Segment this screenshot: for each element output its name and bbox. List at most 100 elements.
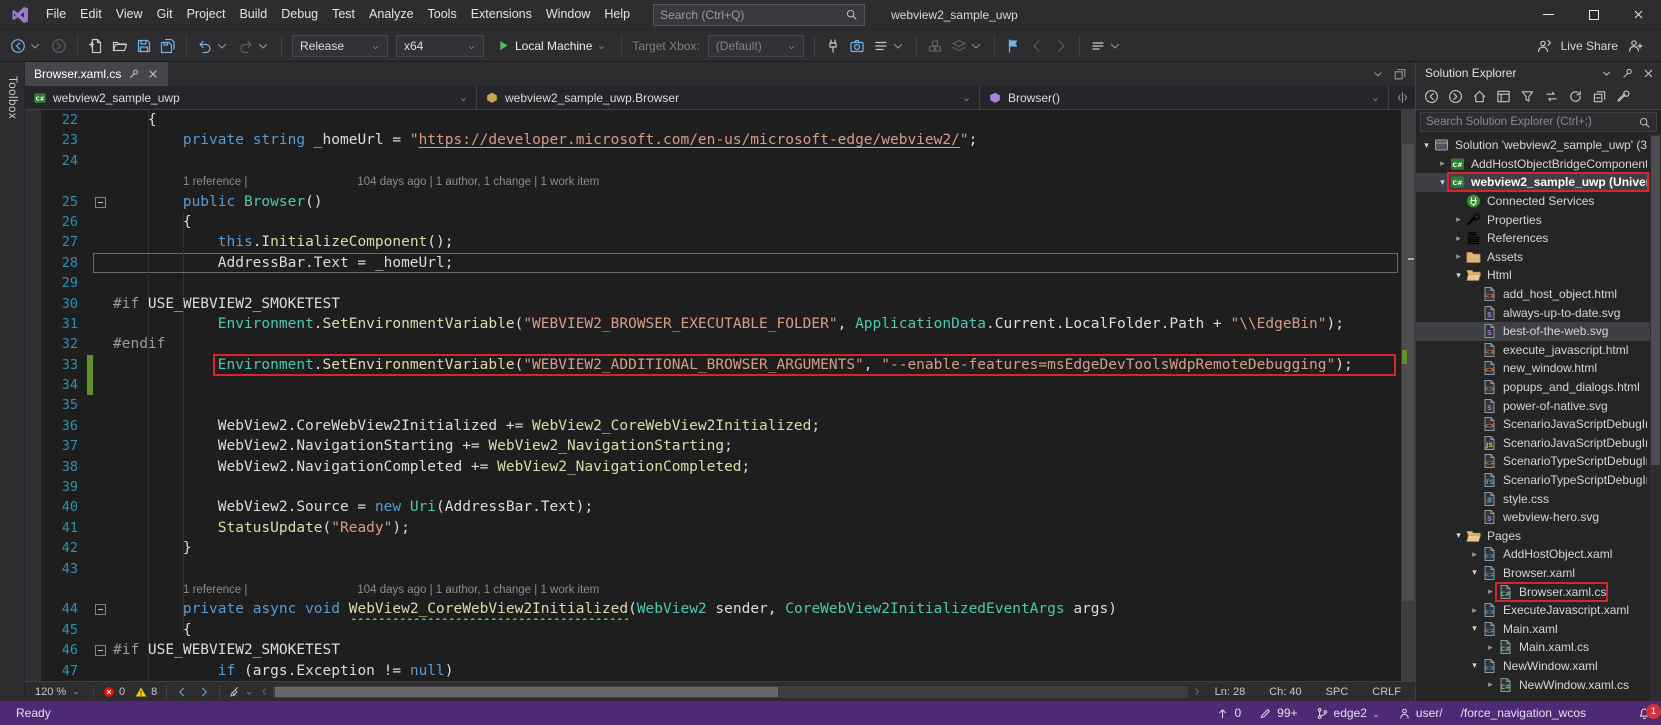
- line-ending-indicator[interactable]: CRLF: [1372, 686, 1401, 698]
- breakpoint-margin[interactable]: [25, 415, 41, 437]
- breakpoint-margin[interactable]: [25, 354, 41, 376]
- column-indicator[interactable]: Ch: 40: [1269, 686, 1301, 698]
- properties-button[interactable]: [1612, 86, 1634, 108]
- breakpoint-margin[interactable]: [25, 150, 41, 172]
- toolbox-tab[interactable]: Toolbox: [0, 62, 25, 701]
- code-line-37[interactable]: 37 WebView2.NavigationStarting += WebVie…: [25, 436, 1401, 457]
- breakpoint-margin[interactable]: [25, 211, 41, 233]
- tree-item-add-host-object-html[interactable]: <> add_host_object.html: [1416, 285, 1661, 304]
- tree-item-scenariojavascriptdebugindex-js[interactable]: JS ScenarioJavaScriptDebugIndex.js: [1416, 434, 1661, 453]
- auto-hide-pin-icon[interactable]: [1621, 67, 1634, 80]
- collapse-arrow-icon[interactable]: ▾: [1452, 530, 1465, 541]
- fold-collapse-button[interactable]: [95, 645, 106, 657]
- maximize-button[interactable]: [1571, 0, 1616, 29]
- scrollbar-thumb[interactable]: [1651, 136, 1660, 465]
- menu-git[interactable]: Git: [150, 0, 180, 29]
- horizontal-scrollbar[interactable]: [273, 685, 1188, 698]
- target-xbox-dropdown[interactable]: (Default): [707, 34, 804, 57]
- navigate-forward-arrow[interactable]: [193, 686, 215, 698]
- expand-arrow-icon[interactable]: ▸: [1436, 158, 1449, 169]
- split-window-button[interactable]: [1389, 86, 1415, 109]
- new-file-button[interactable]: [85, 34, 107, 58]
- attach-to-process-button[interactable]: [822, 34, 844, 58]
- navbar-project-dropdown[interactable]: C# webview2_sample_uwp: [25, 86, 477, 109]
- collapse-arrow-icon[interactable]: ▾: [1468, 660, 1481, 671]
- toolbar-options-button[interactable]: [1087, 34, 1126, 58]
- quick-search-box[interactable]: [653, 3, 866, 26]
- code-line-44[interactable]: 44 private async void WebView2_CoreWebVi…: [25, 599, 1401, 620]
- menu-help[interactable]: Help: [597, 0, 637, 29]
- minimize-button[interactable]: [1526, 0, 1571, 29]
- expand-arrow-icon[interactable]: ▸: [1452, 214, 1465, 225]
- code-line-30[interactable]: 30 #if USE_WEBVIEW2_SMOKETEST: [25, 293, 1401, 314]
- tree-item-main-xaml-cs[interactable]: ▸ C# Main.xaml.cs: [1416, 638, 1661, 657]
- breakpoint-margin[interactable]: [25, 456, 41, 478]
- expand-arrow-icon[interactable]: ▸: [1468, 605, 1481, 616]
- status-branch-user[interactable]: user/: [1398, 706, 1443, 720]
- breakpoint-margin[interactable]: [25, 313, 41, 335]
- collapse-arrow-icon[interactable]: ▾: [1468, 623, 1481, 634]
- tree-item-connected-services[interactable]: Connected Services: [1416, 192, 1661, 211]
- collapse-all-button[interactable]: [1588, 86, 1610, 108]
- code-line-39[interactable]: 39: [25, 477, 1401, 498]
- code-line-25[interactable]: 25 public Browser(): [25, 191, 1401, 212]
- tree-item-references[interactable]: ▸ References: [1416, 229, 1661, 248]
- status-pending-edits-count[interactable]: 99+: [1259, 706, 1298, 720]
- navigate-backward-button[interactable]: [7, 34, 46, 58]
- tree-item-html[interactable]: ▾ Html: [1416, 266, 1661, 285]
- tree-item-browser-xaml-cs[interactable]: ▸ C# Browser.xaml.cs: [1416, 581, 1661, 602]
- code-cleanup-button[interactable]: [224, 686, 258, 698]
- breakpoint-margin[interactable]: [25, 578, 41, 600]
- tree-item-new-window-html[interactable]: <> new_window.html: [1416, 359, 1661, 378]
- breakpoint-margin[interactable]: [25, 640, 41, 661]
- tree-item-popups-and-dialogs-html[interactable]: <> popups_and_dialogs.html: [1416, 378, 1661, 397]
- tree-item-main-xaml[interactable]: ▾ <> Main.xaml: [1416, 619, 1661, 638]
- forward-button[interactable]: [1444, 86, 1466, 108]
- previous-bookmark-button[interactable]: [1026, 34, 1048, 58]
- scrollbar-thumb[interactable]: [275, 686, 779, 697]
- live-share-icon[interactable]: [1536, 38, 1552, 54]
- collapse-arrow-icon[interactable]: ▾: [1420, 140, 1433, 151]
- vertical-scrollbar[interactable]: [1401, 110, 1415, 681]
- menu-debug[interactable]: Debug: [274, 0, 325, 29]
- code-line-47[interactable]: 47 if (args.Exception != null): [25, 660, 1401, 681]
- expand-arrow-icon[interactable]: ▸: [1484, 586, 1497, 597]
- status-branch-path[interactable]: /force_navigation_wcos: [1461, 706, 1586, 720]
- close-tab-icon[interactable]: [147, 68, 159, 80]
- bookmark-button[interactable]: [1002, 34, 1024, 58]
- code-line-41[interactable]: 41 StatusUpdate("Ready");: [25, 517, 1401, 539]
- pin-tab-icon[interactable]: [128, 68, 140, 80]
- expand-arrow-icon[interactable]: ▸: [1452, 233, 1465, 244]
- code-line-31[interactable]: 31 Environment.SetEnvironmentVariable("W…: [25, 313, 1401, 335]
- quick-search-input[interactable]: [660, 7, 846, 22]
- expand-arrow-icon[interactable]: ▸: [1452, 251, 1465, 262]
- deploy-button[interactable]: [948, 34, 987, 58]
- menu-build[interactable]: Build: [232, 0, 274, 29]
- tree-item-scenariotypescriptdebugindex-ts[interactable]: TS ScenarioTypeScriptDebugIndex.ts: [1416, 471, 1661, 490]
- tree-item-style-css[interactable]: # style.css: [1416, 489, 1661, 508]
- breakpoint-margin[interactable]: [25, 293, 41, 314]
- scroll-left-arrow[interactable]: [260, 687, 269, 696]
- breakpoint-margin[interactable]: [25, 110, 41, 131]
- collapse-arrow-icon[interactable]: ▾: [1436, 177, 1449, 188]
- breakpoint-margin[interactable]: [25, 232, 41, 253]
- tree-item-assets[interactable]: ▸ Assets: [1416, 248, 1661, 267]
- code-line-23[interactable]: 23 private string _homeUrl = "https://de…: [25, 130, 1401, 151]
- menu-project[interactable]: Project: [180, 0, 233, 29]
- line-indicator[interactable]: Ln: 28: [1215, 686, 1246, 698]
- code-editor[interactable]: 22 {23 private string _homeUrl = "https:…: [25, 110, 1415, 681]
- breakpoint-margin[interactable]: [25, 252, 41, 274]
- document-list-dropdown-icon[interactable]: [1371, 67, 1385, 81]
- tree-item-newwindow-xaml[interactable]: ▾ <> NewWindow.xaml: [1416, 657, 1661, 676]
- codelens-references-link[interactable]: 1 reference |: [183, 176, 247, 188]
- save-button[interactable]: [133, 34, 155, 58]
- code-line-22[interactable]: 22 {: [25, 110, 1401, 131]
- code-line-46[interactable]: 46 #if USE_WEBVIEW2_SMOKETEST: [25, 640, 1401, 661]
- start-debugging-button[interactable]: Local Machine: [490, 34, 613, 58]
- code-line-27[interactable]: 27 this.InitializeComponent();: [25, 232, 1401, 253]
- refresh-button[interactable]: [1564, 86, 1586, 108]
- tree-item-addhostobjectbridgecomponent-universal-w[interactable]: ▸C# AddHostObjectBridgeComponent (Univers…: [1416, 155, 1661, 174]
- code-line-35[interactable]: 35: [25, 395, 1401, 416]
- save-all-button[interactable]: [157, 34, 179, 58]
- code-line-43[interactable]: 43: [25, 558, 1401, 579]
